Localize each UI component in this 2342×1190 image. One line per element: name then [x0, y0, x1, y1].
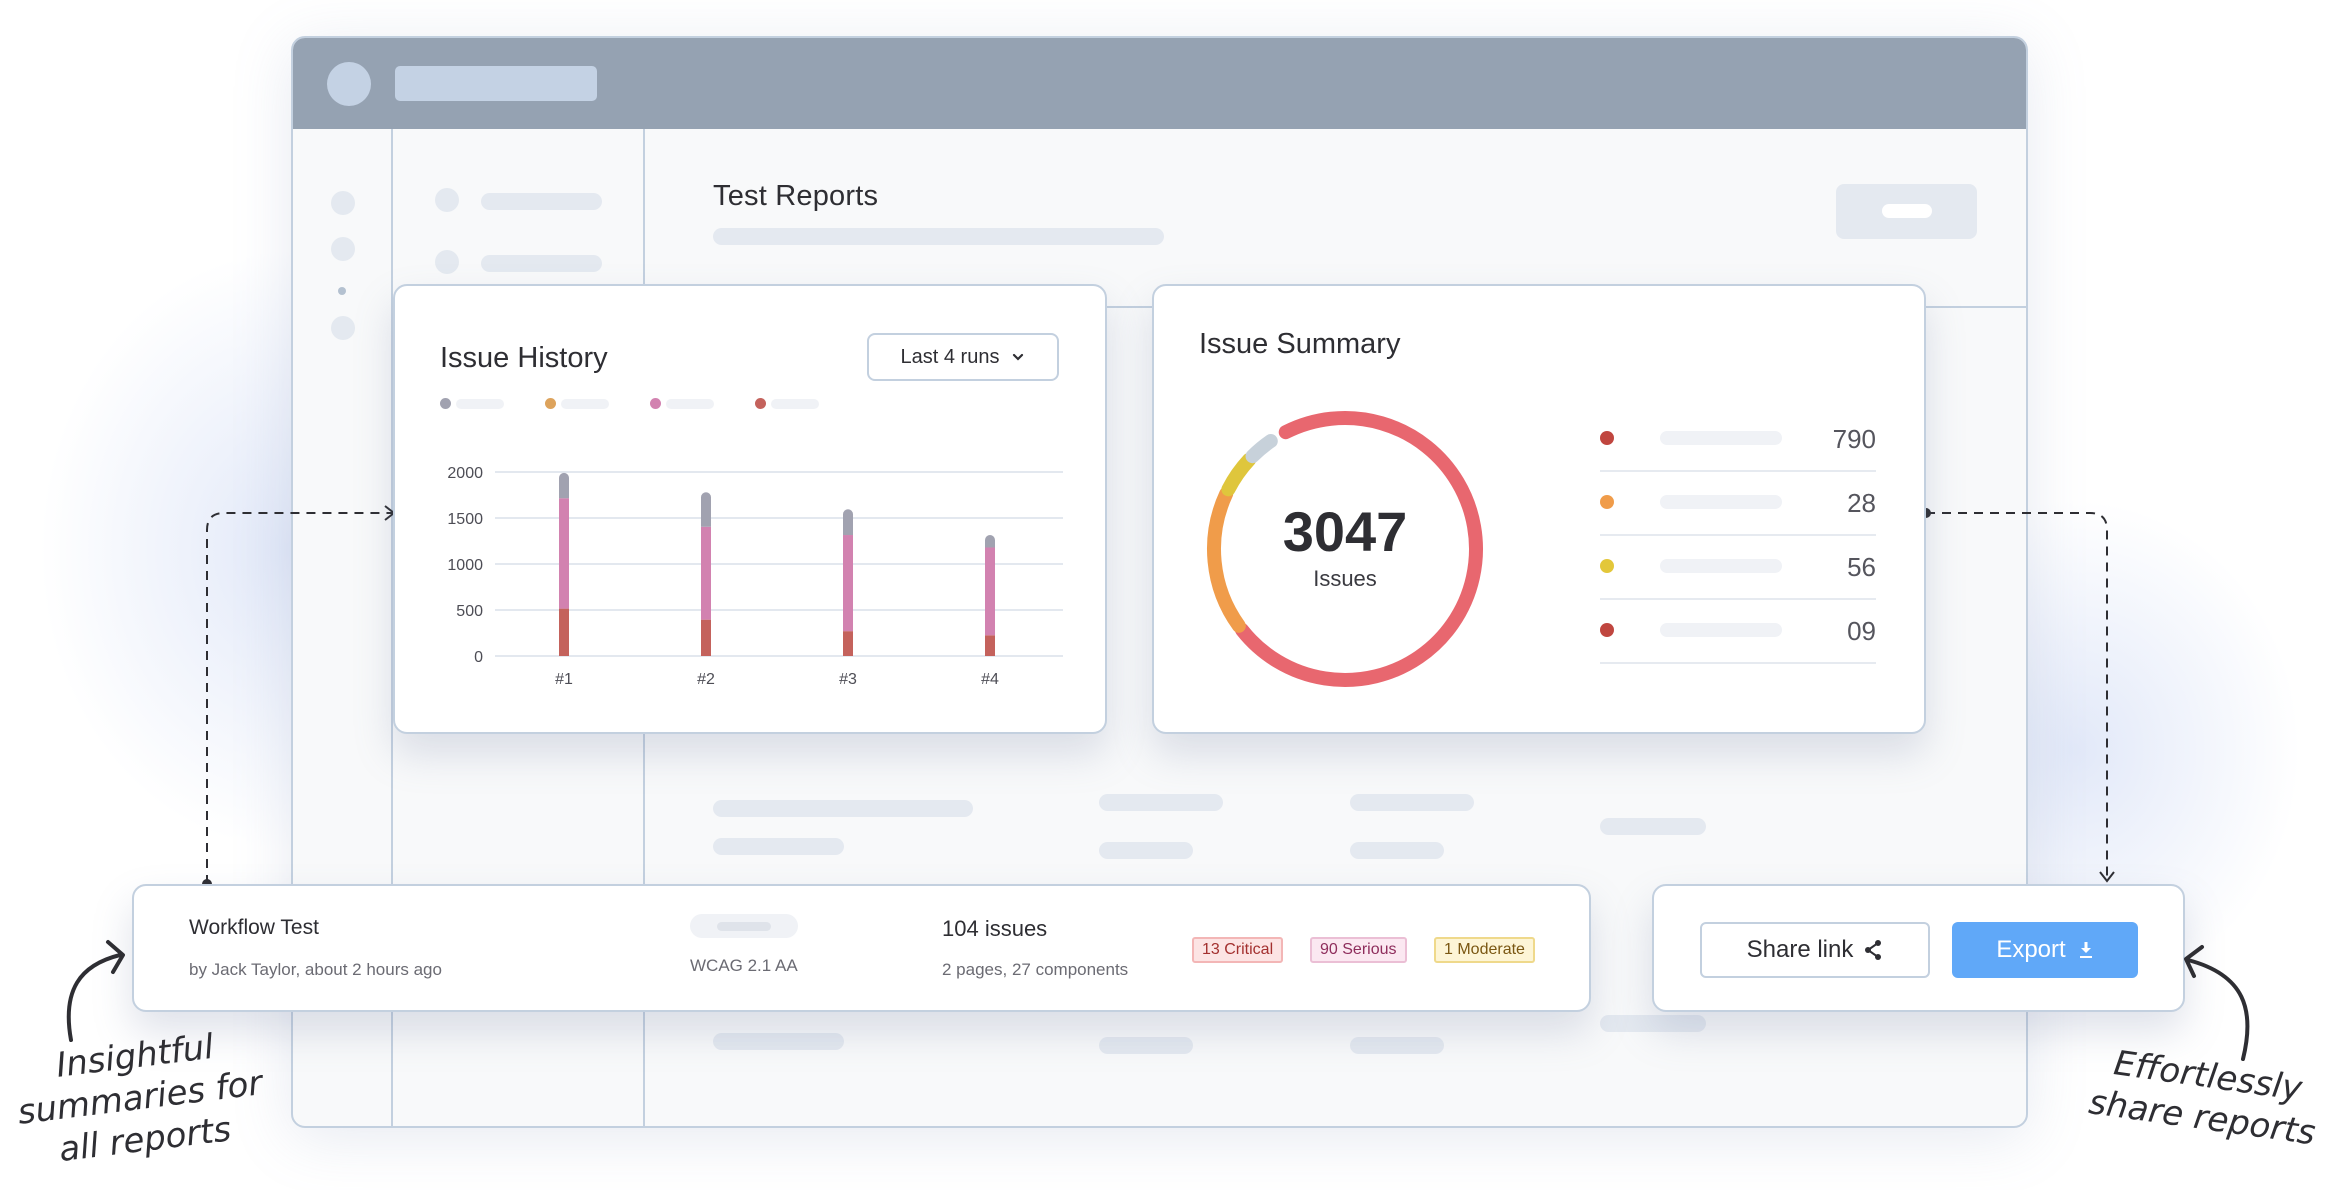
annotation-arrows	[66, 940, 2250, 1061]
right-annotation-arrow-icon	[2186, 958, 2250, 1061]
left-annotation-arrow-icon	[66, 953, 122, 1042]
